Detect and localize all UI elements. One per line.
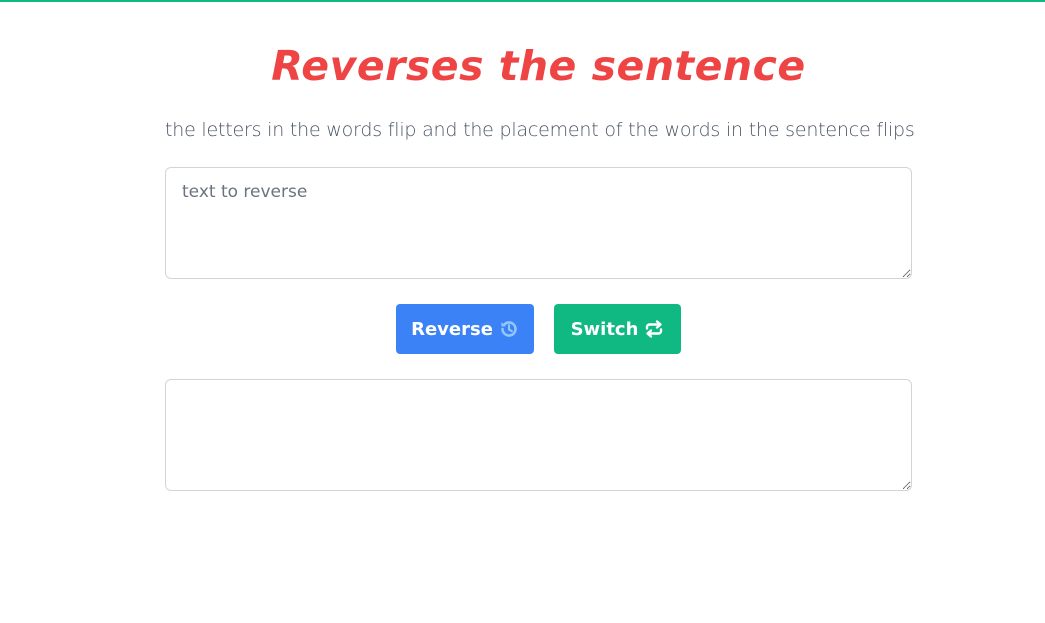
page-title: Reverses the sentence (271, 42, 806, 90)
result-output[interactable] (165, 379, 912, 491)
switch-button-label: Switch (570, 318, 639, 340)
repeat-icon (644, 319, 664, 339)
reverse-button-label: Reverse (411, 318, 493, 340)
top-accent-bar (0, 0, 1045, 2)
switch-button[interactable]: Switch (554, 304, 681, 354)
page-subtitle: the letters in the words flip and the pl… (165, 119, 915, 141)
reverse-button[interactable]: Reverse (396, 304, 534, 354)
text-input[interactable] (165, 167, 912, 279)
history-icon (499, 319, 519, 339)
